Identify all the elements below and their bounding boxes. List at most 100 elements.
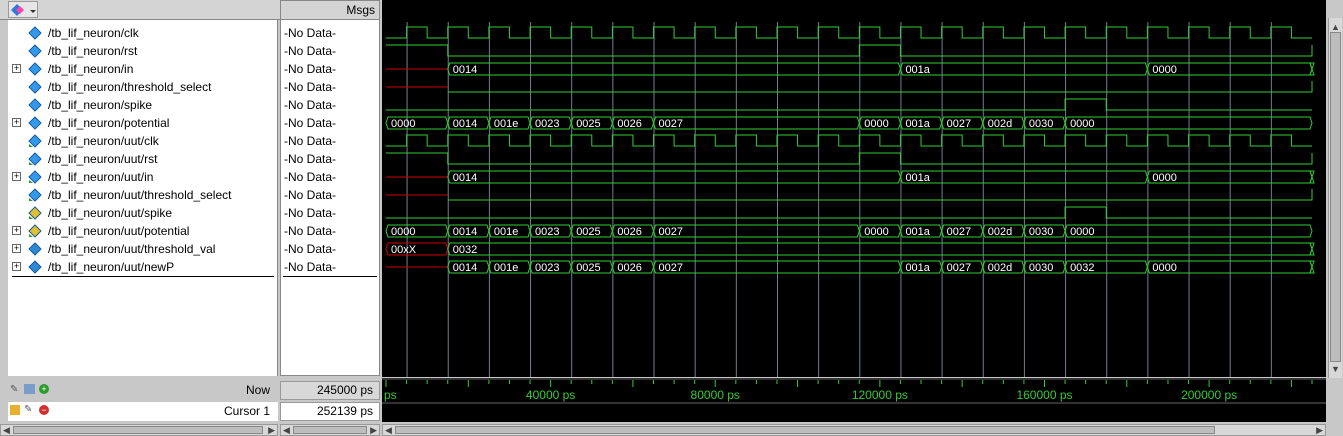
signal-row[interactable]: + /tb_lif_neuron/uut/in [8, 168, 278, 186]
signal-row[interactable]: + /tb_lif_neuron/uut/potential [8, 222, 278, 240]
signal-message: -No Data- [284, 242, 337, 256]
signal-message-pane: -No Data- -No Data- -No Data- -No Data- -No … [280, 20, 380, 376]
scroll-right-icon[interactable]: ▶ [1316, 425, 1323, 435]
signal-message: -No Data- [284, 62, 337, 76]
bus-value: 0014 [453, 262, 477, 274]
timeline-ruler[interactable]: ps 40000 ps 80000 ps 120000 ps 160000 ps 2000… [382, 378, 1326, 422]
bus-value: 0000 [391, 226, 415, 238]
remove-cursor-icon[interactable]: − [39, 405, 49, 415]
signal-name: /tb_lif_neuron/in [48, 62, 134, 76]
signal-row[interactable]: /tb_lif_neuron/uut/threshold_select [8, 186, 278, 204]
out-port-icon [28, 224, 42, 238]
signal-row[interactable]: /tb_lif_neuron/clk [8, 24, 278, 42]
wrench-icon[interactable]: ✎ [24, 404, 32, 415]
signal-name: /tb_lif_neuron/rst [48, 44, 138, 58]
bus-value: 0027 [659, 118, 683, 130]
cursor-row[interactable]: ✎ − Cursor 1 [8, 402, 278, 421]
signal-message: -No Data- [284, 206, 337, 220]
scroll-left-icon[interactable]: ◀ [283, 425, 290, 435]
signal-message: -No Data- [284, 188, 337, 202]
expand-icon[interactable]: + [12, 262, 21, 271]
msgs-header-label: Msgs [346, 3, 375, 17]
bus-value: 0032 [1070, 262, 1094, 274]
input-port-icon [28, 62, 42, 76]
signal-row[interactable]: /tb_lif_neuron/uut/spike [8, 204, 278, 222]
signal-message: -No Data- [284, 26, 337, 40]
signal-name: /tb_lif_neuron/uut/potential [48, 224, 190, 238]
lock-icon[interactable] [10, 405, 20, 415]
signal-row[interactable]: + /tb_lif_neuron/uut/threshold_val [8, 240, 278, 258]
waveform-canvas[interactable]: 0014 001a 0000 0014 001a 0000 0000 0014 001e 0023… [382, 0, 1326, 377]
bus-segment [1309, 62, 1315, 76]
expand-icon[interactable]: + [12, 226, 21, 235]
scroll-down-icon[interactable]: ▼ [1331, 364, 1340, 374]
wave-hscrollbar[interactable]: ◀ ▶ [382, 424, 1326, 436]
signal-row[interactable]: /tb_lif_neuron/uut/clk [8, 132, 278, 150]
signal-message: -No Data- [284, 116, 337, 130]
signal-row[interactable]: /tb_lif_neuron/threshold_select [8, 78, 278, 96]
expand-icon[interactable]: + [12, 64, 21, 73]
waveform-pane[interactable]: 0014 001a 0000 0014 001a 0000 0000 0014 001e 0023… [382, 0, 1326, 377]
ruler-tick-label: 120000 ps [852, 388, 908, 402]
bit-waveform [386, 152, 1313, 165]
bus-value: 0023 [535, 118, 559, 130]
names-hscrollbar[interactable]: ◀ ▶ [0, 424, 278, 436]
bus-value: 001a [905, 262, 930, 274]
signal-row[interactable]: + /tb_lif_neuron/uut/newP [8, 258, 278, 276]
bus-value: 0000 [1152, 64, 1176, 76]
bus-value: 002d [988, 226, 1012, 238]
expand-icon[interactable]: + [12, 118, 21, 127]
bus-value: 0027 [947, 262, 971, 274]
bus-value: 0027 [659, 262, 683, 274]
expand-icon[interactable]: + [12, 244, 21, 253]
names-hscroll-thumb[interactable] [13, 426, 263, 434]
signal-row[interactable]: /tb_lif_neuron/rst [8, 42, 278, 60]
vertical-scroll-thumb[interactable] [1330, 32, 1341, 362]
bit-waveform [386, 98, 1312, 111]
scroll-up-icon[interactable]: ▲ [1331, 22, 1340, 32]
bus-segment [1309, 260, 1315, 274]
signal-name: /tb_lif_neuron/uut/clk [48, 134, 159, 148]
panel-icon[interactable] [24, 384, 35, 394]
bus-value: 0000 [391, 118, 415, 130]
bus-segment [447, 170, 901, 184]
scroll-left-icon[interactable]: ◀ [3, 425, 10, 435]
msgs-hscrollbar[interactable]: ◀ ▶ [280, 424, 380, 436]
expand-icon[interactable]: + [12, 172, 21, 181]
bit-waveform [386, 26, 1312, 39]
vertical-scrollbar[interactable]: ▲ ▼ [1328, 18, 1342, 378]
signal-row[interactable]: + /tb_lif_neuron/in [8, 60, 278, 78]
timeline-canvas[interactable]: ps 40000 ps 80000 ps 120000 ps 160000 ps 2000… [382, 378, 1326, 422]
cursor-value: 252139 ps [280, 402, 380, 421]
signal-row[interactable]: /tb_lif_neuron/spike [8, 96, 278, 114]
internal-signal-icon [28, 242, 42, 256]
bus-segment [447, 242, 1313, 256]
bus-value: 0030 [1029, 226, 1053, 238]
bit-waveform [386, 206, 1312, 219]
signal-row[interactable]: /tb_lif_neuron/uut/rst [8, 150, 278, 168]
signal-row[interactable]: + /tb_lif_neuron/potential [8, 114, 278, 132]
msgs-hscroll-thumb[interactable] [293, 426, 367, 434]
scroll-left-icon[interactable]: ◀ [385, 425, 392, 435]
ruler-tick-label: 200000 ps [1181, 388, 1237, 402]
bus-value: 0026 [617, 118, 641, 130]
signal-palette-icon[interactable] [8, 1, 38, 18]
bus-value: 001e [494, 262, 518, 274]
bus-value: 0025 [576, 262, 600, 274]
input-port-icon [28, 26, 42, 40]
bus-value: 0030 [1029, 118, 1053, 130]
zoom-icon[interactable]: ✎ [10, 384, 18, 395]
signal-list-end-divider [12, 276, 274, 277]
scroll-right-icon[interactable]: ▶ [370, 425, 377, 435]
signal-name-pane[interactable]: /tb_lif_neuron/clk/tb_lif_neuron/rst + /tb… [8, 20, 278, 376]
signal-name: /tb_lif_neuron/clk [48, 26, 139, 40]
scroll-right-icon[interactable]: ▶ [268, 425, 275, 435]
bus-value: 0030 [1029, 262, 1053, 274]
add-cursor-icon[interactable]: + [39, 384, 49, 394]
internal-signal-icon [28, 260, 42, 274]
wave-hscroll-thumb[interactable] [395, 426, 1215, 434]
out-port-icon [28, 206, 42, 220]
now-row: ✎ + Now [8, 381, 278, 400]
bus-value: 0000 [864, 226, 888, 238]
bus-value: 0000 [1070, 226, 1094, 238]
